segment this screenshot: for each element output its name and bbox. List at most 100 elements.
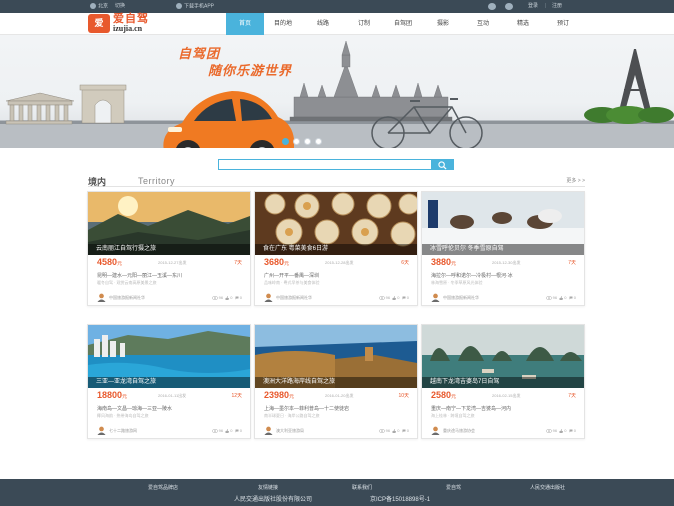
more-link[interactable]: 更多 > > <box>566 177 585 184</box>
card-photo[interactable]: 三亚—亚龙湾自驾之旅 <box>88 325 250 388</box>
card-photo[interactable]: 澳洲大洋路海岸线自驾之旅 <box>255 325 417 388</box>
route-card-australia[interactable]: 澳洲大洋路海岸线自驾之旅 23980元 2016-01-20出发 10天 上海—… <box>254 324 418 439</box>
location-selector[interactable]: 北京 <box>90 3 108 10</box>
footer-link-izujia[interactable]: 爱自驾 <box>446 484 461 491</box>
temple-icon <box>5 92 75 125</box>
card-stats: 96 0 0 <box>545 295 576 300</box>
nav-item-destinations[interactable]: 目的地 <box>264 13 302 35</box>
card-departure-date: 2016-01-20出发 <box>325 393 354 398</box>
site-logo[interactable]: 爱 爱自驾 izujia.cn <box>88 14 172 34</box>
hero-banner[interactable]: 自驾团 随你乐游世界 <box>0 35 674 148</box>
comment-icon[interactable] <box>402 429 406 433</box>
switch-city-link[interactable]: 切换 <box>115 3 125 10</box>
card-price-value: 2580 <box>431 390 452 400</box>
nav-item-custom[interactable]: 订制 <box>345 13 383 35</box>
nav-item-booking[interactable]: 预订 <box>544 13 582 35</box>
nav-item-self-drive-groups[interactable]: 自驾团 <box>384 13 422 35</box>
section-header-territory: 境内 Territory 更多 > > <box>88 175 585 187</box>
card-caption: 三亚—亚龙湾自驾之旅 <box>88 377 250 388</box>
card-photo[interactable]: 云南丽江自驾行摄之旅 <box>88 192 250 255</box>
footer-link-brand-store[interactable]: 爱自驾品牌店 <box>148 484 178 491</box>
eiffel-tower-icon <box>618 49 652 115</box>
download-app-link[interactable]: 下载手机APP <box>176 3 214 10</box>
route-card-guangdong[interactable]: 食在广东 粤菜美食6日游 3680元 2015-12-28出发 6天 广州—开平… <box>254 191 418 306</box>
weibo-icon[interactable] <box>505 3 515 11</box>
carousel-dot-3[interactable] <box>304 138 311 145</box>
card-author[interactable]: 中国旅游报新闻社华 <box>443 295 479 301</box>
footer-company: 人民交通出版社股份有限公司 <box>234 497 313 503</box>
card-description: 品味岭南 · 粤式早茶与美食体验 <box>264 280 320 285</box>
card-caption: 食在广东 粤菜美食6日游 <box>255 244 417 255</box>
card-comments: 0 <box>406 428 409 433</box>
card-photo[interactable]: 食在广东 粤菜美食6日游 <box>255 192 417 255</box>
card-comments: 0 <box>239 428 242 433</box>
logo-mark: 爱 <box>88 14 110 33</box>
card-author[interactable]: 重庆途马旅游协会 <box>443 428 475 434</box>
nav-item-interaction[interactable]: 互动 <box>464 13 502 35</box>
nav-item-featured[interactable]: 精选 <box>504 13 542 35</box>
carousel-dot-4[interactable] <box>315 138 322 145</box>
card-author[interactable]: 七十二路旅游网 <box>109 428 137 434</box>
author-avatar-icon <box>431 426 440 435</box>
route-card-hulunbuir[interactable]: 冰雪呼伦贝尔 冬季雪原自驾 3880元 2015-12-30出发 7天 海拉尔—… <box>421 191 585 306</box>
nav-item-routes[interactable]: 线路 <box>304 13 342 35</box>
card-stats: 96 0 0 <box>378 428 409 433</box>
card-route: 昆明—建水—元阳—丽江—玉溪—东川 <box>97 273 183 279</box>
comment-icon[interactable] <box>235 429 239 433</box>
comment-icon[interactable] <box>569 429 573 433</box>
footer-link-publisher[interactable]: 人民交通出版社 <box>530 484 565 491</box>
card-views: 96 <box>552 428 558 433</box>
route-card-yunnan[interactable]: 云南丽江自驾行摄之旅 4580元 2015-12-27出发 7天 昆明—建水—元… <box>87 191 251 306</box>
thumbs-up-icon[interactable] <box>392 295 397 300</box>
card-caption: 越南下龙湾吉婆岛7日自驾 <box>422 377 584 388</box>
card-photo[interactable]: 冰雪呼伦贝尔 冬季雪原自驾 <box>422 192 584 255</box>
card-caption: 澳洲大洋路海岸线自驾之旅 <box>255 377 417 388</box>
search-input[interactable] <box>218 159 432 170</box>
comment-icon[interactable] <box>402 296 406 300</box>
search-button[interactable] <box>431 159 454 170</box>
card-author[interactable]: 中国旅游报新闻社华 <box>276 295 312 301</box>
card-description: 椰风海韵 · 热带海岛自驾之旅 <box>97 413 149 418</box>
card-price: 23980元 <box>264 390 294 400</box>
carousel-dot-2[interactable] <box>293 138 300 145</box>
thumbs-up-icon[interactable] <box>225 295 230 300</box>
thumbs-up-icon[interactable] <box>559 428 564 433</box>
mobile-phone-icon <box>176 3 182 9</box>
eye-icon <box>545 428 552 433</box>
comment-icon[interactable] <box>235 296 239 300</box>
card-comments: 0 <box>573 428 576 433</box>
eye-icon <box>211 295 218 300</box>
eye-icon <box>545 295 552 300</box>
thumbs-up-icon[interactable] <box>392 428 397 433</box>
card-duration: 7天 <box>234 260 242 266</box>
comment-icon[interactable] <box>569 296 573 300</box>
card-likes: 0 <box>230 295 233 300</box>
eye-icon <box>378 428 385 433</box>
footer-link-contact[interactable]: 联系我们 <box>352 484 372 491</box>
card-likes: 0 <box>397 428 400 433</box>
author-avatar-icon <box>264 426 273 435</box>
nav-item-photography[interactable]: 摄影 <box>424 13 462 35</box>
thumbs-up-icon[interactable] <box>225 428 230 433</box>
register-link[interactable]: 注册 <box>552 3 562 10</box>
card-author[interactable]: 中国旅游报新闻社华 <box>109 295 145 301</box>
card-photo[interactable]: 越南下龙湾吉婆岛7日自驾 <box>422 325 584 388</box>
route-card-sanya[interactable]: 三亚—亚龙湾自驾之旅 18800元 2016-01-11出发 12天 海南岛—文… <box>87 324 251 439</box>
carousel-dot-1[interactable] <box>282 138 289 145</box>
card-description: 暖冬自驾 · 观赏云南高原美景之旅 <box>97 280 157 285</box>
card-caption: 冰雪呼伦贝尔 冬季雪原自驾 <box>422 244 584 255</box>
thumbs-up-icon[interactable] <box>559 295 564 300</box>
card-author[interactable]: 澳大利亚旅游局 <box>276 428 304 434</box>
card-duration: 6天 <box>401 260 409 266</box>
nav-item-home[interactable]: 首页 <box>226 13 264 35</box>
card-departure-date: 2016-01-11出发 <box>158 393 187 398</box>
footer-link-friends[interactable]: 友情链接 <box>258 484 278 491</box>
qq-icon[interactable] <box>488 3 498 11</box>
card-price-unit: 元 <box>284 261 290 267</box>
card-route: 海南岛—文昌—琼海—三亚—陵水 <box>97 406 173 412</box>
login-link[interactable]: 登录 <box>528 3 538 10</box>
site-footer: 爱自驾品牌店 友情链接 联系我们 爱自驾 人民交通出版社 人民交通出版社股份有限… <box>0 479 674 506</box>
card-price: 3680元 <box>264 257 289 267</box>
card-comments: 0 <box>573 295 576 300</box>
route-card-halong[interactable]: 越南下龙湾吉婆岛7日自驾 2580元 2016-02-15出发 7天 重庆—南宁… <box>421 324 585 439</box>
